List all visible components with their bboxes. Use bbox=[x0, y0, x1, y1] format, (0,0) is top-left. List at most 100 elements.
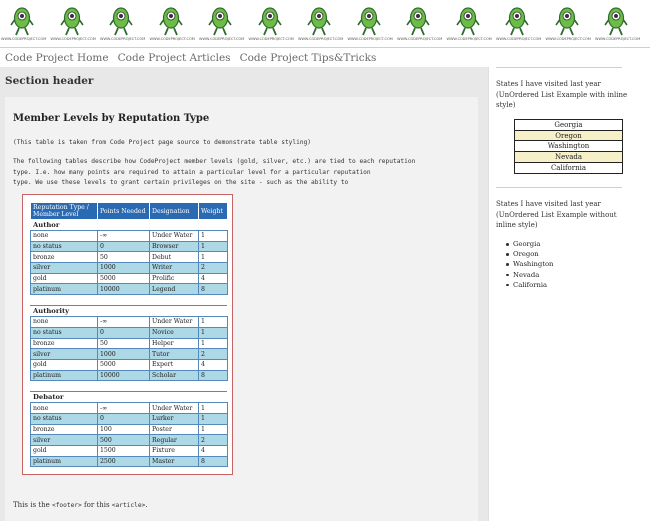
table-cell: Debut bbox=[149, 251, 199, 264]
table-cell: 1 bbox=[198, 251, 228, 264]
table-cell: 0 bbox=[97, 240, 150, 253]
logo-caption: WWW.CODEPROJECT.COM bbox=[1, 37, 47, 41]
table-cell: Scholar bbox=[149, 369, 199, 382]
state-list-item: Washington bbox=[515, 141, 622, 153]
table-row: silver 1000 Writer 2 bbox=[30, 262, 228, 274]
logo-caption: WWW.CODEPROJECT.COM bbox=[397, 37, 443, 41]
logo-caption: WWW.CODEPROJECT.COM bbox=[298, 37, 344, 41]
table-note: (This table is taken from Code Project p… bbox=[13, 139, 312, 146]
footer-text: This is the bbox=[13, 501, 52, 509]
table-cell: silver bbox=[30, 434, 98, 446]
table-cell: 2 bbox=[198, 262, 228, 274]
table-cell: -∞ bbox=[97, 316, 150, 328]
column-header: Designation bbox=[149, 202, 199, 220]
table-cell: Under Water bbox=[149, 402, 199, 414]
footer-text: . bbox=[145, 501, 148, 509]
states-list-plain: Georgia Oregon Washington Nevada California bbox=[506, 239, 553, 290]
sidebar: States I have visited last year (UnOrder… bbox=[488, 67, 650, 521]
table-cell: bronze bbox=[30, 337, 98, 350]
states-list-inline: Georgia Oregon Washington Nevada California bbox=[514, 119, 623, 175]
table-cell: none bbox=[30, 316, 98, 328]
sidebar-list1-title: States I have visited last year (UnOrder… bbox=[496, 80, 628, 109]
table-row: no status 0 Novice 1 bbox=[30, 326, 228, 339]
bob-mascot-icon bbox=[505, 7, 529, 36]
table-cell: 4 bbox=[198, 358, 228, 371]
logo-caption: WWW.CODEPROJECT.COM bbox=[446, 37, 492, 41]
table-cell: 4 bbox=[198, 445, 228, 457]
codeproject-logo: WWW.CODEPROJECT.COM bbox=[347, 0, 397, 46]
state-list-item: Nevada bbox=[506, 270, 553, 280]
table-cell: 5000 bbox=[97, 358, 150, 371]
table-row: bronze 50 Helper 1 bbox=[30, 337, 228, 350]
table-row: platinum 10000 Legend 8 bbox=[30, 283, 228, 296]
nav-link-tips[interactable]: Code Project Tips&Tricks bbox=[240, 52, 377, 64]
table-cell: Novice bbox=[149, 326, 199, 339]
logo-caption: WWW.CODEPROJECT.COM bbox=[50, 37, 96, 41]
table-cell: Tutor bbox=[149, 348, 199, 360]
bob-mascot-icon bbox=[10, 7, 34, 36]
sidebar-list2-title: States I have visited last year (UnOrder… bbox=[496, 200, 617, 229]
bob-mascot-icon bbox=[59, 7, 84, 36]
codeproject-logo: WWW.CODEPROJECT.COM bbox=[396, 0, 446, 46]
table-cell: gold bbox=[30, 272, 98, 285]
table-cell: 5000 bbox=[97, 272, 150, 285]
table-cell: 8 bbox=[198, 455, 228, 468]
bob-mascot-icon bbox=[455, 7, 480, 36]
codeproject-logo: WWW.CODEPROJECT.COM bbox=[149, 0, 199, 46]
table-cell: bronze bbox=[30, 251, 98, 264]
footer-code: <footer> bbox=[51, 502, 82, 509]
table-cell: silver bbox=[30, 348, 98, 360]
group-name: Author bbox=[30, 219, 228, 231]
table-cell: Poster bbox=[149, 423, 199, 436]
description-line: type. We use these levels to grant certa… bbox=[13, 179, 349, 186]
table-cell: 500 bbox=[97, 434, 150, 446]
table-cell: 10000 bbox=[97, 369, 150, 382]
column-header: Reputation Type / Member Level bbox=[30, 202, 98, 220]
table-header-row: Reputation Type / Member Level Points Ne… bbox=[30, 202, 228, 220]
main-section: Section header Member Levels by Reputati… bbox=[0, 67, 488, 521]
top-nav: Code Project Home Code Project Articles … bbox=[5, 52, 385, 64]
table-cell: 0 bbox=[97, 326, 150, 339]
table-cell: -∞ bbox=[97, 230, 150, 242]
table-cell: 1 bbox=[198, 240, 228, 253]
logo-caption: WWW.CODEPROJECT.COM bbox=[496, 37, 542, 41]
sidebar-divider bbox=[496, 67, 622, 68]
table-cell: 50 bbox=[97, 251, 150, 264]
table-cell: gold bbox=[30, 445, 98, 457]
table-frame: Reputation Type / Member Level Points Ne… bbox=[22, 194, 233, 475]
nav-link-articles[interactable]: Code Project Articles bbox=[118, 52, 231, 64]
codeproject-logo: WWW.CODEPROJECT.COM bbox=[545, 0, 595, 46]
table-row: gold 5000 Prolific 4 bbox=[30, 272, 228, 285]
logo-banner: WWW.CODEPROJECT.COM WWW.CODEPROJECT.COM WW… bbox=[0, 0, 650, 46]
table-cell: Legend bbox=[149, 283, 199, 296]
table-cell: silver bbox=[30, 262, 98, 274]
table-body: Author none -∞ Under Water 1 no status 0 Browse… bbox=[30, 219, 228, 468]
table-row: no status 0 Lurker 1 bbox=[30, 412, 228, 425]
table-cell: 1 bbox=[198, 337, 228, 350]
table-cell: 8 bbox=[198, 369, 228, 382]
table-cell: no status bbox=[30, 326, 98, 339]
column-header: Weight bbox=[198, 202, 228, 220]
codeproject-logo: WWW.CODEPROJECT.COM bbox=[594, 0, 644, 46]
table-cell: 2 bbox=[198, 434, 228, 446]
table-cell: Writer bbox=[149, 262, 199, 274]
table-row: bronze 50 Debut 1 bbox=[30, 251, 228, 264]
table-cell: 1 bbox=[198, 423, 228, 436]
column-header: Points Needed bbox=[97, 202, 150, 220]
table-cell: 4 bbox=[198, 272, 228, 285]
article: Member Levels by Reputation Type (This t… bbox=[5, 97, 478, 521]
table-cell: 1 bbox=[198, 412, 228, 425]
table-cell: 2500 bbox=[97, 455, 150, 468]
state-list-item: California bbox=[506, 280, 553, 290]
logo-caption: WWW.CODEPROJECT.COM bbox=[545, 37, 591, 41]
table-cell: Prolific bbox=[149, 272, 199, 285]
table-cell: 1000 bbox=[97, 348, 150, 360]
table-cell: platinum bbox=[30, 283, 98, 296]
table-cell: gold bbox=[30, 358, 98, 371]
table-cell: Expert bbox=[149, 358, 199, 371]
bob-mascot-icon bbox=[356, 7, 381, 36]
table-row: platinum 10000 Scholar 8 bbox=[30, 369, 228, 382]
nav-link-home[interactable]: Code Project Home bbox=[5, 52, 109, 64]
table-row: none -∞ Under Water 1 bbox=[30, 402, 228, 414]
bob-mascot-icon bbox=[208, 7, 232, 36]
